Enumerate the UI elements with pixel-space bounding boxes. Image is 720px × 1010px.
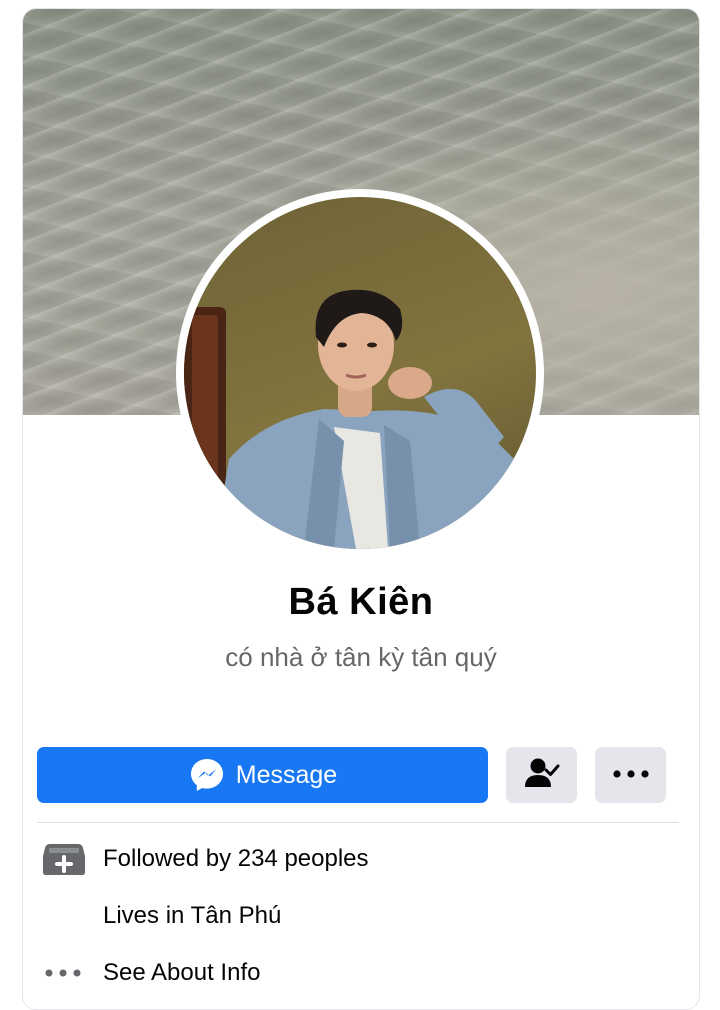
message-button[interactable]: Message xyxy=(37,747,488,803)
profile-bio: có nhà ở tân kỳ tân quý xyxy=(225,642,497,672)
person-check-icon xyxy=(524,756,560,795)
section-divider xyxy=(37,822,679,823)
profile-card: Bá Kiên có nhà ở tân kỳ tân quý Message xyxy=(22,8,700,1010)
avatar[interactable] xyxy=(184,197,536,549)
message-button-label: Message xyxy=(235,760,338,789)
messenger-icon xyxy=(188,756,226,794)
more-horizontal-icon xyxy=(611,766,651,784)
follower-inbox-icon xyxy=(41,841,87,877)
followers-label: Followed by 234 peoples xyxy=(103,845,369,872)
avatar-photo xyxy=(184,289,519,549)
lives-label: Lives in Tân Phú xyxy=(103,902,282,929)
lives-row: Lives in Tân Phú xyxy=(23,896,699,936)
more-dots-icon xyxy=(41,955,87,991)
friend-status-button[interactable] xyxy=(506,747,577,803)
see-about-info-label: See About Info xyxy=(103,959,261,986)
profile-name: Bá Kiên xyxy=(288,581,434,623)
see-about-info-link[interactable]: See About Info xyxy=(23,953,699,993)
followers-row: Followed by 234 peoples xyxy=(23,839,699,879)
more-options-button[interactable] xyxy=(595,747,666,803)
